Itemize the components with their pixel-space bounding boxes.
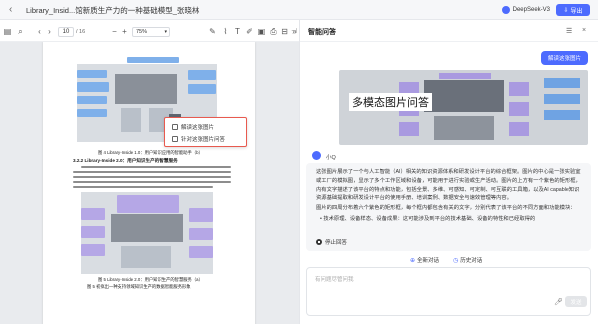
figure-4-caption: 图 4 Library-Inside 1.0：用户知识应用的智能助手（b） — [98, 150, 203, 155]
document-title: Library_Insid...馆新质生产力的一种基础模型_张晓林 — [26, 6, 200, 15]
save-icon[interactable]: ⊟ — [280, 27, 289, 36]
title-bar: ‹ Library_Insid...馆新质生产力的一种基础模型_张晓林 Deep… — [0, 0, 598, 20]
page-number-input[interactable]: 10 — [58, 27, 74, 37]
sidebar-toggle-icon[interactable]: ▤ — [3, 27, 12, 36]
send-button[interactable]: 发送 — [565, 296, 587, 307]
menu-item-label: 针对这张图片问答 — [181, 137, 226, 143]
chat-input-placeholder: 有问题尽管问我 — [315, 277, 354, 283]
stop-icon — [316, 239, 322, 245]
menu-item-label: 解读这张图片 — [181, 125, 215, 131]
collapse-icon[interactable]: ⊣ — [291, 27, 297, 35]
chat-header: 智能问答 ☰ × — [300, 20, 598, 42]
next-page-icon[interactable]: › — [45, 27, 54, 36]
chat-icon — [172, 136, 178, 142]
chat-title: 智能问答 — [308, 29, 336, 36]
assistant-paragraph-2: 图片的四周分布着六个紫色的矩形框，每个框内都包含有关的文字，分别代表了该平台的不… — [316, 205, 576, 211]
new-chat-icon: ⊕ — [410, 257, 416, 264]
chat-input-box[interactable]: 有问题尽管问我 🎤︎ 发送 — [306, 267, 591, 316]
back-icon[interactable]: ‹ — [9, 5, 19, 15]
new-chat-link[interactable]: ⊕ 全新对话 — [410, 256, 440, 265]
deepseek-logo-icon — [501, 6, 510, 14]
export-label: 导出 — [570, 8, 583, 15]
stop-answer-button[interactable]: 停止回答 — [316, 238, 347, 246]
zoom-in-icon[interactable]: + — [120, 27, 129, 36]
model-selector[interactable]: DeepSeek-V3 — [501, 6, 550, 14]
assistant-bullet-1: • 技术原理、设备样态、设备成果：这可能涉及到平台的技术基础、设备的特性和已经取… — [320, 216, 536, 222]
image-icon — [172, 124, 178, 130]
figure-5-caption: 图 5 Library-Inside 2.0：用户知识生产的智慧服务（a） — [98, 277, 203, 282]
export-button[interactable]: ⇩ 导出 — [556, 4, 590, 16]
prev-page-icon[interactable]: ‹ — [35, 27, 44, 36]
figure-5-note: 图 5 初拟出一种支持领域知识生产的数据智能服务形象 — [87, 284, 191, 289]
assistant-message: 这张图片展示了一个与人工智能（AI）相关的知识资源体系和研发设计平台的综合框架。… — [306, 163, 591, 251]
history-icon[interactable]: ☰ — [566, 27, 572, 35]
bullet-text: 技术原理、设备样态、设备成果：这可能涉及到平台的技术基础、设备的特性和已经取得的 — [323, 216, 536, 222]
page-total: / 16 — [76, 29, 86, 35]
user-message-bubble: 解读这张图片 — [541, 51, 588, 65]
search-icon[interactable]: ⌕ — [16, 27, 25, 36]
stop-label: 停止回答 — [325, 240, 348, 246]
chevron-down-icon: ▾ — [164, 29, 167, 35]
menu-item-explain-image[interactable]: 解读这张图片 — [172, 123, 214, 131]
pencil-icon[interactable]: ✎ — [208, 27, 217, 36]
zoom-out-icon[interactable]: − — [110, 27, 119, 36]
microphone-icon[interactable]: 🎤︎ — [554, 298, 563, 306]
pdf-page: 图 4 Library-Inside 1.0：用户知识应用的智能助手（b） 3.… — [43, 42, 255, 324]
assistant-avatar — [312, 151, 321, 160]
highlight-icon[interactable]: ⌇ — [221, 27, 230, 36]
history-chat-label: 历史对话 — [460, 258, 483, 264]
history-chat-link[interactable]: ◷ 历史对话 — [453, 256, 483, 265]
model-name: DeepSeek-V3 — [512, 7, 550, 13]
text-tool-icon[interactable]: T — [233, 27, 242, 36]
print-icon[interactable]: ⎙ — [269, 27, 278, 36]
new-chat-label: 全新对话 — [417, 258, 440, 264]
zoom-value: 75% — [136, 29, 148, 35]
pdf-toolbar: ▤ ⌕ ‹ › 10 / 16 − + 75% ▾ ✎ ⌇ T ✐ ▣ ⎙ ⊟ … — [0, 22, 299, 42]
assistant-name: 小Q — [326, 155, 336, 161]
zoom-select[interactable]: 75% ▾ — [132, 27, 170, 37]
image-icon[interactable]: ▣ — [257, 27, 266, 36]
chat-quick-links: ⊕ 全新对话 ◷ 历史对话 — [410, 256, 483, 265]
menu-item-image-qa[interactable]: 针对这张图片问答 — [172, 135, 225, 143]
section-heading: 3.2.2 Library-Inside 2.0：用户知识生产的智慧服务 — [73, 158, 178, 163]
feature-overlay-label: 多模态图片问答 — [349, 93, 432, 111]
title-bar-actions: DeepSeek-V3 ⇩ 导出 — [501, 3, 590, 17]
assistant-paragraph-1: 这张图片展示了一个与人工智能（AI）相关的知识资源体系和研发设计平台的综合框架。… — [316, 169, 581, 202]
draw-icon[interactable]: ✐ — [245, 27, 254, 36]
close-icon[interactable]: × — [582, 27, 586, 34]
pane-divider[interactable] — [299, 20, 300, 324]
export-icon: ⇩ — [563, 7, 569, 14]
history-icon: ◷ — [453, 257, 459, 264]
pdf-viewer[interactable]: 图 4 Library-Inside 1.0：用户知识应用的智能助手（b） 3.… — [0, 42, 299, 324]
image-context-menu: 解读这张图片 针对这张图片问答 — [164, 117, 247, 147]
